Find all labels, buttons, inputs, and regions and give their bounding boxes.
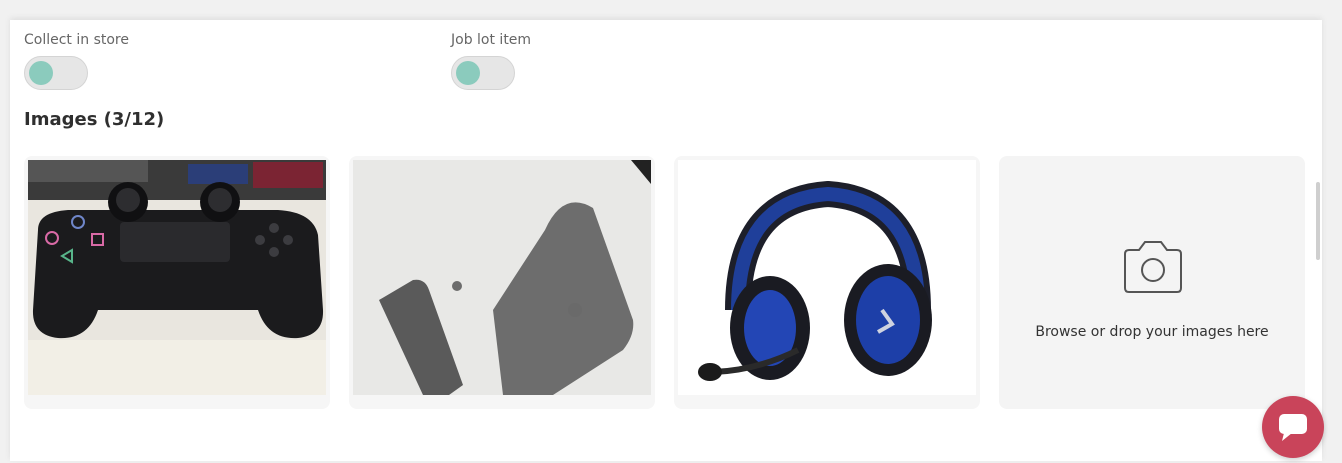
image-thumbnail-2[interactable]: [349, 156, 655, 409]
game-controller-image: [28, 160, 326, 395]
image-thumbnail-3[interactable]: [674, 156, 980, 409]
scrollbar-thumb[interactable]: [1316, 182, 1320, 260]
images-section-title: Images (3/12): [24, 109, 165, 130]
gaming-headset-image: [698, 180, 932, 381]
job-lot-item-option: Job lot item: [451, 32, 531, 90]
collect-in-store-option: Collect in store: [24, 32, 129, 90]
listing-options-panel: Collect in store Job lot item Images (3/…: [10, 20, 1322, 461]
vertical-scrollbar[interactable]: [1314, 20, 1322, 461]
image-upload-dropzone[interactable]: Browse or drop your images here: [999, 156, 1305, 409]
headset-photo: [678, 160, 976, 395]
image-thumbnail-1[interactable]: [24, 156, 330, 409]
collect-in-store-label: Collect in store: [24, 32, 129, 48]
job-lot-item-toggle[interactable]: [451, 56, 515, 90]
toggle-knob: [456, 61, 480, 85]
chat-icon: [1279, 414, 1307, 441]
camera-icon: [1121, 238, 1185, 301]
stand-parts-photo: [353, 160, 651, 395]
upload-prompt: Browse or drop your images here: [1035, 324, 1269, 340]
toggle-knob: [29, 61, 53, 85]
job-lot-item-label: Job lot item: [451, 32, 532, 48]
chat-button[interactable]: [1262, 396, 1324, 458]
collect-in-store-toggle[interactable]: [24, 56, 88, 90]
controller-photo: [28, 160, 326, 395]
stand-parts-image: [353, 160, 651, 395]
